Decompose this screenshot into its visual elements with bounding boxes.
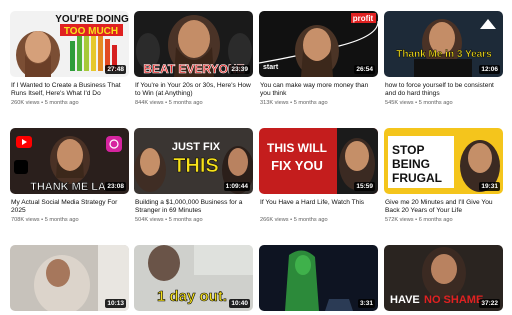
video-duration: 12:06 xyxy=(479,65,500,74)
video-thumbnail[interactable]: Thank Me in 3 Years 12:06 xyxy=(384,11,503,77)
video-thumbnail[interactable]: profit start 26:54 xyxy=(259,11,378,77)
thumbnail-overlay-text: 1 day out. xyxy=(157,288,227,305)
thumbnail-overlay-text: THIS WILL xyxy=(267,141,327,155)
video-thumbnail[interactable]: STOP BEING FRUGAL 19:31 xyxy=(384,128,503,194)
video-duration: 26:54 xyxy=(354,65,375,74)
video-duration: 19:31 xyxy=(479,182,500,191)
video-meta: 266K views • 5 months ago xyxy=(260,217,328,223)
video-title[interactable]: If You Have a Hard Life, Watch This xyxy=(260,199,378,207)
video-grid: YOU'RE DOING TOO MUCH 27:48 If I Wanted … xyxy=(0,0,512,315)
thumbnail-overlay-text: start xyxy=(263,64,279,71)
video-title[interactable]: Give me 20 Minutes and I'll Give You Bac… xyxy=(385,199,503,216)
video-thumbnail[interactable]: 1 day out. 10:40 xyxy=(134,245,253,311)
thumbnail-overlay-text: NO SHAME xyxy=(424,294,483,306)
video-thumbnail[interactable]: BEAT EVERYONE 23:39 xyxy=(134,11,253,77)
video-meta: 545K views • 5 months ago xyxy=(385,100,453,106)
thumbnail-overlay-text: TOO MUCH xyxy=(64,26,118,37)
video-thumbnail[interactable]: JUST FIX THIS 1:09:44 xyxy=(134,128,253,194)
video-meta: 504K views • 5 months ago xyxy=(135,217,203,223)
thumbnail-overlay-text: STOP xyxy=(392,143,424,157)
video-duration: 3:31 xyxy=(357,299,375,308)
video-meta: 260K views • 5 months ago xyxy=(11,100,79,106)
thumbnail-overlay-text: THANK ME LA xyxy=(30,181,106,193)
video-duration: 1:09:44 xyxy=(223,182,250,191)
thumbnail-overlay-text: HAVE xyxy=(390,294,420,306)
video-duration: 10:40 xyxy=(229,299,250,308)
thumbnail-overlay-text: JUST FIX xyxy=(172,141,221,153)
video-duration: 23:08 xyxy=(105,182,126,191)
video-thumbnail[interactable]: 3:31 xyxy=(259,245,378,311)
video-duration: 23:39 xyxy=(229,65,250,74)
video-title[interactable]: You can make way more money than you thi… xyxy=(260,82,378,99)
video-thumbnail[interactable]: YOU'RE DOING TOO MUCH 27:48 xyxy=(10,11,129,77)
video-title[interactable]: how to force yourself to be consistent a… xyxy=(385,82,503,99)
video-meta: 844K views • 5 months ago xyxy=(135,100,203,106)
video-duration: 10:13 xyxy=(105,299,126,308)
video-meta: 708K views • 5 months ago xyxy=(11,217,79,223)
thumbnail-overlay-text: BEING xyxy=(392,157,430,171)
thumbnail-overlay-text: FRUGAL xyxy=(392,171,442,185)
video-thumbnail[interactable]: THANK ME LA 23:08 xyxy=(10,128,129,194)
video-title[interactable]: If I Wanted to Create a Business That Ru… xyxy=(11,82,129,99)
video-thumbnail[interactable]: 10:13 xyxy=(10,245,129,311)
video-title[interactable]: My Actual Social Media Strategy For 2025 xyxy=(11,199,129,216)
video-duration: 27:48 xyxy=(105,65,126,74)
thumbnail-overlay-text: Thank Me in 3 Years xyxy=(396,49,492,60)
video-meta: 572K views • 6 months ago xyxy=(385,217,453,223)
video-meta: 313K views • 5 months ago xyxy=(260,100,328,106)
thumbnail-overlay-text: FIX YOU xyxy=(271,158,323,173)
thumbnail-overlay-text: THIS xyxy=(173,155,219,177)
thumbnail-overlay-text: profit xyxy=(353,14,374,23)
video-title[interactable]: Building a $1,000,000 Business for a Str… xyxy=(135,199,253,216)
video-title[interactable]: If You're in Your 20s or 30s, Here's How… xyxy=(135,82,253,99)
video-thumbnail[interactable]: THIS WILL FIX YOU 15:59 xyxy=(259,128,378,194)
video-duration: 37:22 xyxy=(479,299,500,308)
video-duration: 15:59 xyxy=(354,182,375,191)
video-thumbnail[interactable]: HAVE NO SHAME 37:22 xyxy=(384,245,503,311)
thumbnail-overlay-text: YOU'RE DOING xyxy=(55,14,129,25)
